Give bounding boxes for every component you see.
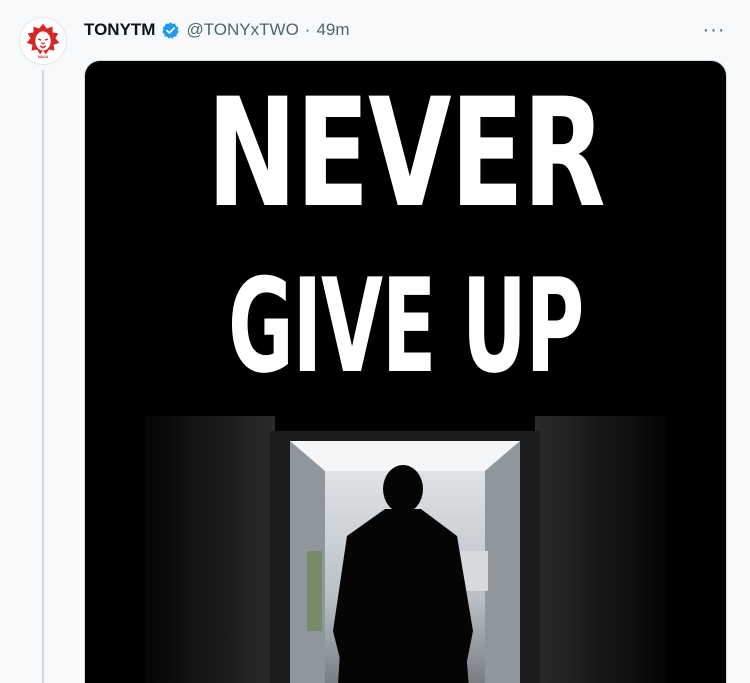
display-name[interactable]: TONYTM [84,20,155,40]
thread-line [42,70,44,683]
headline-line-2: GIVE UP [227,250,584,402]
headline-line-1: NEVER [206,67,606,241]
verified-badge-icon [161,21,180,40]
tweet[interactable]: MAGA TONYTM @TONYxTWO · 49m ··· NEVER GI… [0,0,750,683]
tweet-header: TONYTM @TONYxTWO · 49m [84,19,350,41]
svg-text:MAGA: MAGA [38,55,49,59]
tweet-media-image[interactable]: NEVER GIVE UP [84,60,727,683]
more-options-icon[interactable]: ··· [696,16,732,44]
avatar[interactable]: MAGA [19,17,67,65]
timestamp[interactable]: 49m [316,20,349,40]
user-handle[interactable]: @TONYxTWO [186,20,298,40]
doorway-silhouette-image [85,401,726,683]
separator-dot: · [304,20,311,39]
lion-logo-icon: MAGA [20,18,66,64]
